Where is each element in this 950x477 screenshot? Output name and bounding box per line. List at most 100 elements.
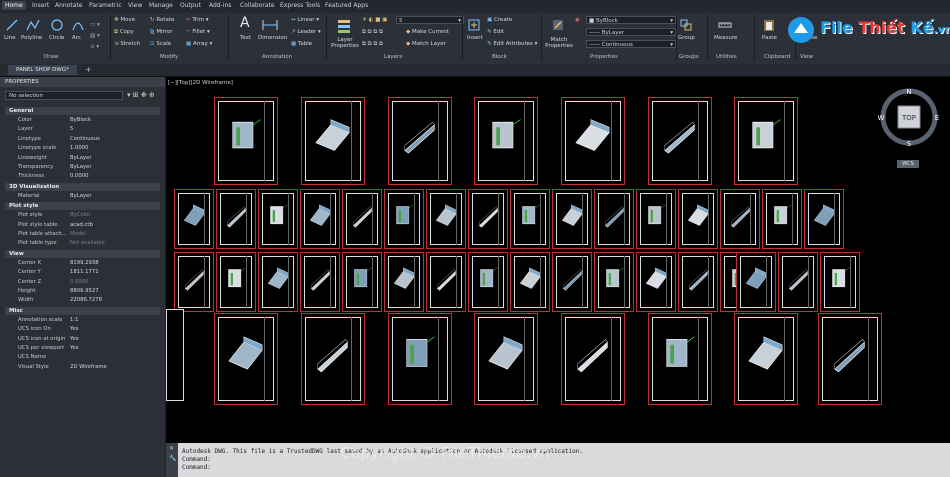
drawing-sheet[interactable]: [804, 189, 844, 249]
property-row[interactable]: Plot style ByColor: [5, 211, 160, 220]
clipboard-panel-label[interactable]: Clipboard: [764, 54, 790, 60]
dimension-button[interactable]: Dimension: [258, 35, 287, 41]
drawing-sheet[interactable]: [510, 252, 550, 312]
scale-button[interactable]: ⊡ Scale: [150, 41, 171, 47]
groups-panel-label[interactable]: Groups: [679, 54, 699, 60]
property-row[interactable]: Material ByLayer: [5, 192, 160, 201]
drawing-sheet[interactable]: [300, 252, 340, 312]
tab-parametric[interactable]: Parametric: [89, 2, 122, 9]
property-row[interactable]: Width 22086.7278: [5, 296, 160, 305]
drawing-sheet[interactable]: [214, 313, 278, 405]
property-section-header[interactable]: General: [5, 107, 160, 115]
compass-west[interactable]: W: [878, 114, 885, 122]
command-line[interactable]: Autodesk DWG. This file is a TrustedDWG …: [166, 443, 950, 477]
drawing-sheet[interactable]: [216, 189, 256, 249]
tab-express-tools[interactable]: Express Tools: [280, 2, 320, 9]
utilities-panel-label[interactable]: Utilities: [716, 54, 737, 60]
drawing-sheet[interactable]: [384, 189, 424, 249]
drawing-sheet[interactable]: [648, 97, 712, 185]
lineweight-dropdown[interactable]: —— Continuous ▾: [586, 40, 676, 48]
property-section-header[interactable]: View: [5, 249, 160, 258]
drawing-sheet[interactable]: [216, 252, 256, 312]
trim-button[interactable]: ✂ Trim ▾: [186, 17, 209, 23]
drawing-sheet[interactable]: [214, 97, 278, 185]
property-row[interactable]: Visual Style 2D Wireframe: [5, 363, 160, 372]
text-button[interactable]: Text: [240, 35, 251, 41]
drawing-sheet[interactable]: [594, 189, 634, 249]
property-row[interactable]: Center Y 1811.1771: [5, 268, 160, 277]
property-row[interactable]: Plot style table acad.ctb: [5, 221, 160, 230]
modify-panel-label[interactable]: Modify: [160, 54, 178, 60]
property-row[interactable]: UCS icon On Yes: [5, 325, 160, 334]
property-row[interactable]: Thickness 0.0000: [5, 172, 160, 181]
drawing-sheet[interactable]: [174, 189, 214, 249]
drawing-sheet[interactable]: [301, 313, 365, 405]
table-button[interactable]: ▦ Table: [291, 41, 312, 47]
linear-dropdown[interactable]: ↔ Linear ▾: [291, 17, 319, 23]
drawing-sheet[interactable]: [342, 252, 382, 312]
copy-button[interactable]: ⧉ Copy: [114, 29, 134, 36]
property-section-header[interactable]: Plot style: [5, 202, 160, 211]
mirror-button[interactable]: ⧎ Mirror: [150, 29, 173, 35]
tab-view[interactable]: View: [128, 2, 142, 9]
drawing-sheet[interactable]: [166, 309, 184, 401]
drawing-sheet[interactable]: [426, 252, 466, 312]
property-row[interactable]: Center Z 0.0000: [5, 278, 160, 287]
drawing-canvas[interactable]: [−][Top][2D Wireframe]: [166, 77, 950, 443]
draw-more-icon[interactable]: ▭ ▾: [90, 22, 100, 28]
property-row[interactable]: Linetype Continuous: [5, 135, 160, 144]
drawing-sheet[interactable]: [552, 189, 592, 249]
drawing-sheet[interactable]: [561, 313, 625, 405]
drawing-sheet[interactable]: [818, 313, 882, 405]
edit-attributes-button[interactable]: ✎ Edit Attributes ▾: [487, 41, 537, 47]
drawing-sheet[interactable]: [301, 97, 365, 185]
tab-insert[interactable]: Insert: [32, 2, 49, 9]
leader-dropdown[interactable]: ↗ Leader ▾: [291, 29, 321, 35]
drawing-sheet[interactable]: [734, 97, 798, 185]
property-section-header[interactable]: Misc: [5, 306, 160, 315]
annotation-panel-label[interactable]: Annotation: [262, 54, 292, 60]
drawing-sheet[interactable]: [636, 252, 676, 312]
wcs-dropdown[interactable]: WCS: [897, 160, 919, 168]
file-tab[interactable]: PANEL SHOP DWG*: [8, 65, 77, 75]
property-row[interactable]: Linetype scale 1.0000: [5, 144, 160, 153]
drawing-sheet[interactable]: [720, 189, 760, 249]
match-properties-button[interactable]: Match Properties: [544, 37, 574, 49]
property-row[interactable]: UCS Name: [5, 353, 160, 362]
tab-home[interactable]: Home: [2, 1, 26, 10]
property-row[interactable]: Center X 8199.2938: [5, 259, 160, 268]
edit-block-button[interactable]: ✎ Edit: [487, 29, 504, 35]
drawing-sheet[interactable]: [258, 189, 298, 249]
circle-button[interactable]: Circle: [49, 35, 64, 41]
line-button[interactable]: Line: [4, 35, 15, 41]
tab-collaborate[interactable]: Collaborate: [240, 2, 275, 9]
property-row[interactable]: Annotation scale 1:1: [5, 316, 160, 325]
drawing-sheet[interactable]: [648, 313, 712, 405]
drawing-sheet[interactable]: [778, 252, 818, 312]
make-current-button[interactable]: ◆ Make Current: [406, 29, 449, 35]
stretch-button[interactable]: ⇲ Stretch: [114, 41, 140, 47]
paste-button[interactable]: Paste: [762, 35, 777, 41]
tab-featured-apps[interactable]: Featured Apps: [325, 2, 368, 9]
array-button[interactable]: ▦ Array ▾: [186, 41, 212, 47]
property-row[interactable]: Color ByBlock: [5, 116, 160, 125]
drawing-sheet[interactable]: [384, 252, 424, 312]
view-panel-label[interactable]: View: [800, 54, 813, 60]
property-row[interactable]: Lineweight ByLayer: [5, 154, 160, 163]
drawing-sheet[interactable]: [678, 189, 718, 249]
command-line-handle[interactable]: ✕ 🔧: [166, 443, 178, 477]
layer-properties-button[interactable]: Layer Properties: [330, 37, 360, 49]
drawing-sheet[interactable]: [388, 97, 452, 185]
drawing-sheet[interactable]: [736, 252, 776, 312]
property-row[interactable]: Height 8806.9527: [5, 287, 160, 296]
drawing-sheet[interactable]: [734, 313, 798, 405]
tab-add-ins[interactable]: Add-ins: [209, 2, 231, 9]
drawing-sheet[interactable]: [468, 189, 508, 249]
drawing-sheet[interactable]: [468, 252, 508, 312]
drawing-sheet[interactable]: [342, 189, 382, 249]
move-button[interactable]: ✥ Move: [114, 17, 135, 23]
property-row[interactable]: Transparency ByLayer: [5, 163, 160, 172]
compass-east[interactable]: E: [935, 114, 939, 122]
tab-manage[interactable]: Manage: [149, 2, 173, 9]
close-icon[interactable]: ✕: [169, 445, 174, 452]
